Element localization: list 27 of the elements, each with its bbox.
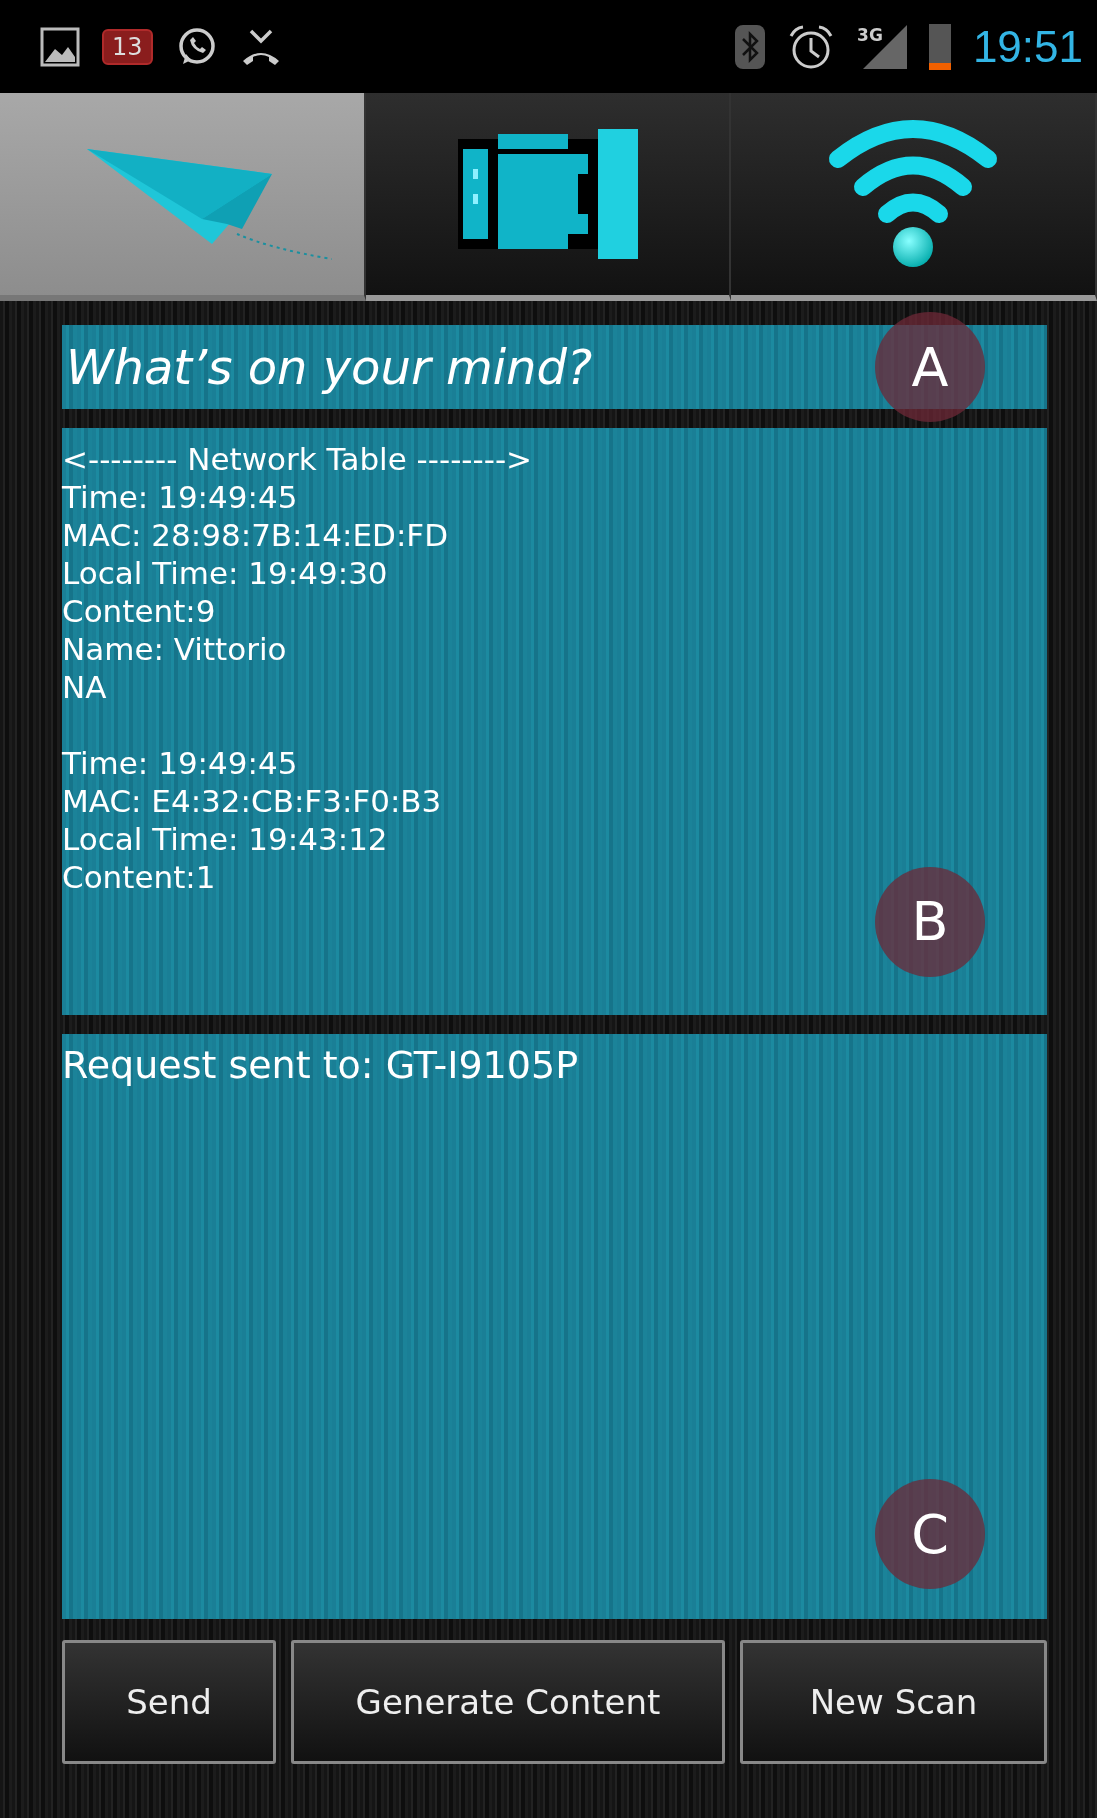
marker-label: C <box>875 1479 985 1589</box>
tab[interactable] <box>731 93 1097 301</box>
tab[interactable] <box>365 93 732 301</box>
table-line: MAC: E4:32:CB:F3:F0:B3 <box>62 782 443 820</box>
action-button[interactable]: Generate Content <box>291 1640 725 1764</box>
table-line: Name: Vittorio <box>62 630 288 668</box>
device-icon <box>457 129 638 259</box>
table-line: MAC: 28:98:7B:14:ED:FD <box>62 516 450 554</box>
marker-label: B <box>875 867 985 977</box>
table-line: NA <box>62 668 108 706</box>
table-line: Local Time: 19:43:12 <box>62 820 389 858</box>
picture-icon <box>40 26 80 67</box>
notification-badge: 13 <box>102 28 153 65</box>
action-button[interactable]: New Scan <box>740 1640 1047 1764</box>
network-type: 3G <box>857 24 883 45</box>
table-line: Content:9 <box>62 592 217 630</box>
table-header: <-------- Network Table --------> <box>62 440 534 478</box>
marker-label: A <box>875 312 985 422</box>
table-line: Local Time: 19:49:30 <box>62 554 389 592</box>
bluetooth-icon <box>735 24 766 69</box>
table-line: Time: 19:49:45 <box>62 744 299 782</box>
table-line: Content:1 <box>62 858 217 896</box>
battery-icon <box>928 23 951 70</box>
clock-time: 19:51 <box>972 21 1083 72</box>
action-button[interactable]: Send <box>62 1640 276 1764</box>
log-line: Request sent to: GT-I9105P <box>62 1042 580 1088</box>
table-line: Time: 19:49:45 <box>62 478 299 516</box>
